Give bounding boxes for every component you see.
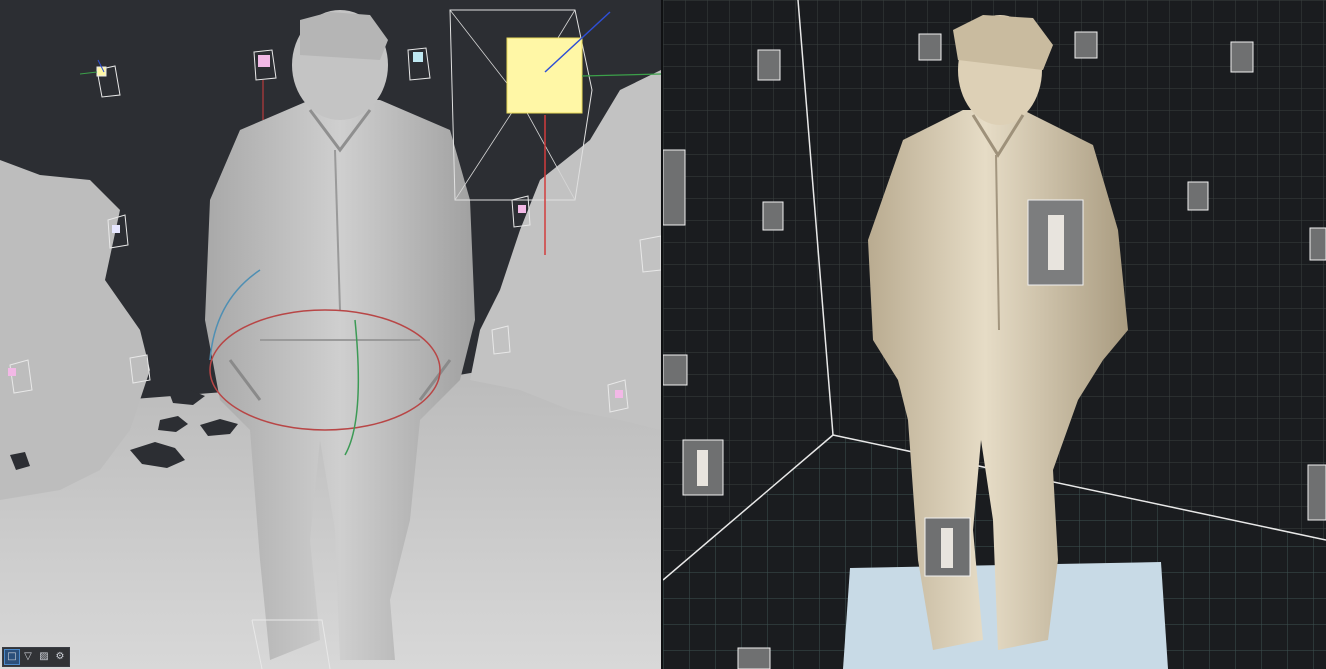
camera-image[interactable] — [663, 149, 686, 226]
camera-image[interactable] — [924, 517, 971, 577]
square-select-icon[interactable]: □ — [4, 649, 20, 665]
camera-image[interactable] — [757, 49, 781, 81]
camera-image[interactable] — [918, 33, 942, 61]
camera-image[interactable] — [737, 647, 771, 669]
textured-scene[interactable] — [663, 0, 1326, 669]
triangle-down-icon[interactable]: ▽ — [21, 650, 35, 664]
camera-image[interactable] — [1074, 31, 1098, 59]
camera-image[interactable] — [762, 201, 784, 231]
camera-image[interactable] — [1027, 199, 1084, 286]
hatch-icon[interactable]: ▨ — [37, 650, 51, 664]
viewport-toolbar: □ ▽ ▨ ⚙ — [2, 647, 70, 667]
camera-image[interactable] — [1187, 181, 1209, 211]
camera-image[interactable] — [682, 439, 724, 496]
photogrammetry-app: □ ▽ ▨ ⚙ — [0, 0, 1326, 669]
mesh-reconstruction-viewport[interactable]: □ ▽ ▨ ⚙ — [0, 0, 661, 669]
textured-model-viewport[interactable] — [663, 0, 1326, 669]
camera-image[interactable] — [1309, 227, 1326, 261]
right-wall-mesh — [470, 70, 661, 430]
camera-image[interactable] — [1307, 464, 1326, 521]
gear-icon[interactable]: ⚙ — [53, 650, 67, 664]
mesh-scene[interactable] — [0, 0, 661, 669]
camera-image[interactable] — [1230, 41, 1254, 73]
camera-image[interactable] — [663, 354, 688, 386]
